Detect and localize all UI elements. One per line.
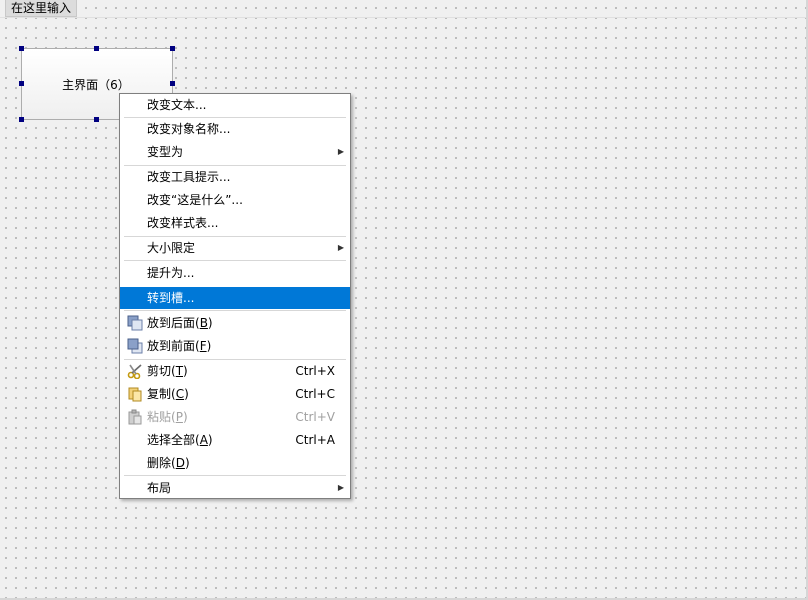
bring-to-front-icon	[127, 338, 143, 354]
menu-item-select-all[interactable]: 选择全部(A) Ctrl+A	[121, 429, 349, 451]
scissors-icon	[127, 364, 142, 379]
menu-item-change-stylesheet[interactable]: 改变样式表...	[121, 212, 349, 234]
menu-item-shortcut: Ctrl+V	[295, 410, 335, 424]
menu-item-label: 放到后面(B)	[147, 316, 213, 330]
menu-item-shortcut: Ctrl+X	[295, 364, 335, 378]
resize-handle-right[interactable]	[170, 81, 175, 86]
context-menu: 改变文本... 改变对象名称... 变型为 ▶ 改变工具提示... 改变“这是什…	[119, 93, 351, 499]
menu-item-cut[interactable]: 剪切(T) Ctrl+X	[121, 360, 349, 382]
menu-item-bring-to-front[interactable]: 放到前面(F)	[121, 335, 349, 357]
resize-handle-bottom[interactable]	[94, 117, 99, 122]
menu-item-label: 改变文本...	[147, 98, 207, 112]
menu-item-go-to-slot[interactable]: 转到槽...	[120, 287, 350, 309]
submenu-arrow-icon: ▶	[337, 483, 344, 492]
menubar-type-here-item[interactable]: 在这里输入	[5, 0, 78, 17]
menu-item-change-text[interactable]: 改变文本...	[121, 94, 349, 116]
menu-item-change-tooltip[interactable]: 改变工具提示...	[121, 166, 349, 188]
menu-item-copy[interactable]: 复制(C) Ctrl+C	[121, 383, 349, 405]
menu-item-shortcut: Ctrl+A	[295, 433, 335, 447]
paste-icon	[128, 409, 142, 425]
submenu-arrow-icon: ▶	[337, 147, 344, 156]
resize-handle-top-left[interactable]	[19, 46, 24, 51]
menu-item-shortcut: Ctrl+C	[295, 387, 335, 401]
menu-separator	[124, 475, 346, 476]
menu-item-label: 剪切(T)	[147, 364, 188, 378]
copy-icon	[128, 387, 142, 402]
menu-item-paste[interactable]: 粘贴(P) Ctrl+V	[121, 406, 349, 428]
menu-item-delete[interactable]: 删除(D)	[121, 452, 349, 474]
resize-handle-top-right[interactable]	[170, 46, 175, 51]
menu-item-morph-into[interactable]: 变型为 ▶	[121, 141, 349, 163]
menu-item-label: 改变工具提示...	[147, 170, 231, 184]
menu-item-label: 布局	[147, 481, 172, 495]
menu-item-label: 改变样式表...	[147, 216, 219, 230]
menu-separator	[124, 310, 346, 311]
menu-item-change-object-name[interactable]: 改变对象名称...	[121, 118, 349, 140]
menu-item-label: 放到前面(F)	[147, 339, 212, 353]
menu-item-label: 提升为...	[147, 266, 195, 280]
menu-item-label: 改变对象名称...	[147, 122, 231, 136]
menu-item-label: 大小限定	[147, 241, 196, 255]
menubar-divider	[0, 17, 806, 18]
menu-separator	[124, 260, 346, 261]
resize-handle-left[interactable]	[19, 81, 24, 86]
resize-handle-bottom-left[interactable]	[19, 117, 24, 122]
menu-item-label: 选择全部(A)	[147, 433, 213, 447]
menubar: 在这里输入	[0, 0, 808, 18]
widget-label: 主界面（6）	[62, 78, 130, 92]
resize-handle-top[interactable]	[94, 46, 99, 51]
menu-item-label: 改变“这是什么”...	[147, 193, 243, 207]
menu-item-size-constraints[interactable]: 大小限定 ▶	[121, 237, 349, 259]
menu-item-send-to-back[interactable]: 放到后面(B)	[121, 312, 349, 334]
menu-item-label: 变型为	[147, 145, 184, 159]
send-to-back-icon	[127, 315, 143, 331]
menu-item-layout[interactable]: 布局 ▶	[121, 477, 349, 499]
menu-item-change-whats-this[interactable]: 改变“这是什么”...	[121, 189, 349, 211]
menu-item-label: 复制(C)	[147, 387, 189, 401]
menu-item-label: 粘贴(P)	[147, 410, 188, 424]
submenu-arrow-icon: ▶	[337, 243, 344, 252]
menu-item-label: 转到槽...	[147, 291, 195, 305]
menu-item-label: 删除(D)	[147, 456, 190, 470]
menu-item-promote-to[interactable]: 提升为...	[121, 262, 349, 284]
